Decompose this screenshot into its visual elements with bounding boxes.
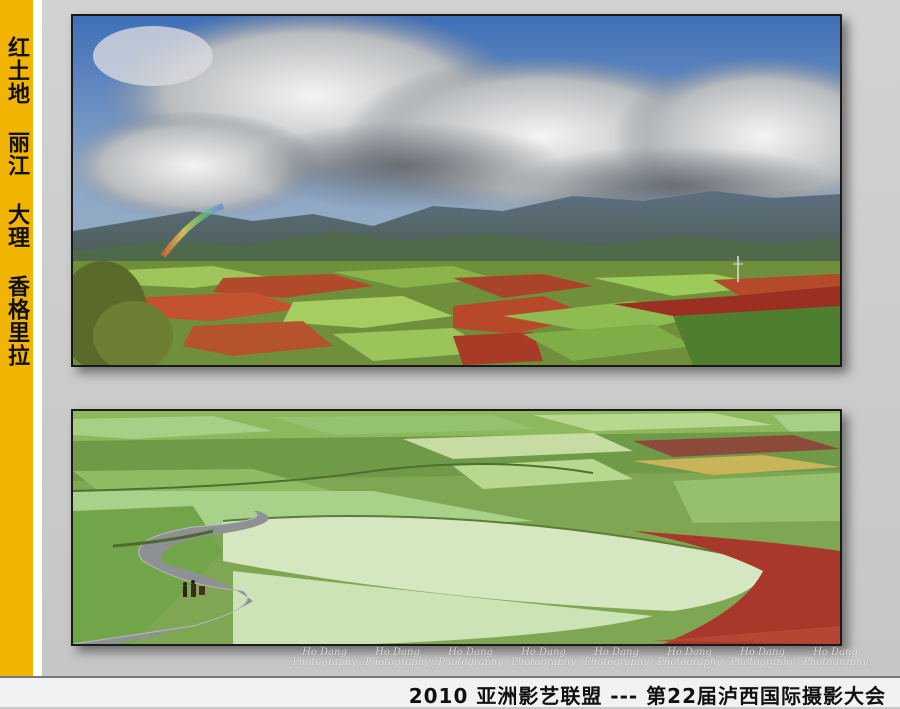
watermark-text: Ho Dang Photography (803, 647, 868, 668)
watermark-text: Ho Dang Photography (584, 647, 649, 668)
red-earth-landscape-image (73, 16, 840, 365)
sidebar-divider (33, 0, 42, 676)
footer: 2010 亚洲影艺联盟 --- 第22届泸西国际摄影大会 (0, 678, 900, 708)
watermark-text: Ho Dang Photography (511, 647, 576, 668)
green-fields-road-image (73, 411, 840, 644)
photo-green-fields-road (71, 409, 842, 646)
sidebar: 红土地 丽江 大理 香格里拉 (0, 0, 33, 676)
footer-caption: 2010 亚洲影艺联盟 --- 第22届泸西国际摄影大会 (408, 684, 886, 708)
watermark-text: Ho Dang Photography (730, 647, 795, 668)
photographer-watermark: Ho Dang Photography Ho Dang Photography … (290, 648, 870, 672)
watermark-text: Ho Dang Photography (438, 647, 503, 668)
watermark-text: Ho Dang Photography (657, 647, 722, 668)
watermark-text: Ho Dang Photography (365, 647, 430, 668)
photo-red-earth-panorama (71, 14, 842, 367)
watermark-text: Ho Dang Photography (292, 647, 357, 668)
sidebar-title: 红土地 丽江 大理 香格里拉 (4, 36, 29, 367)
